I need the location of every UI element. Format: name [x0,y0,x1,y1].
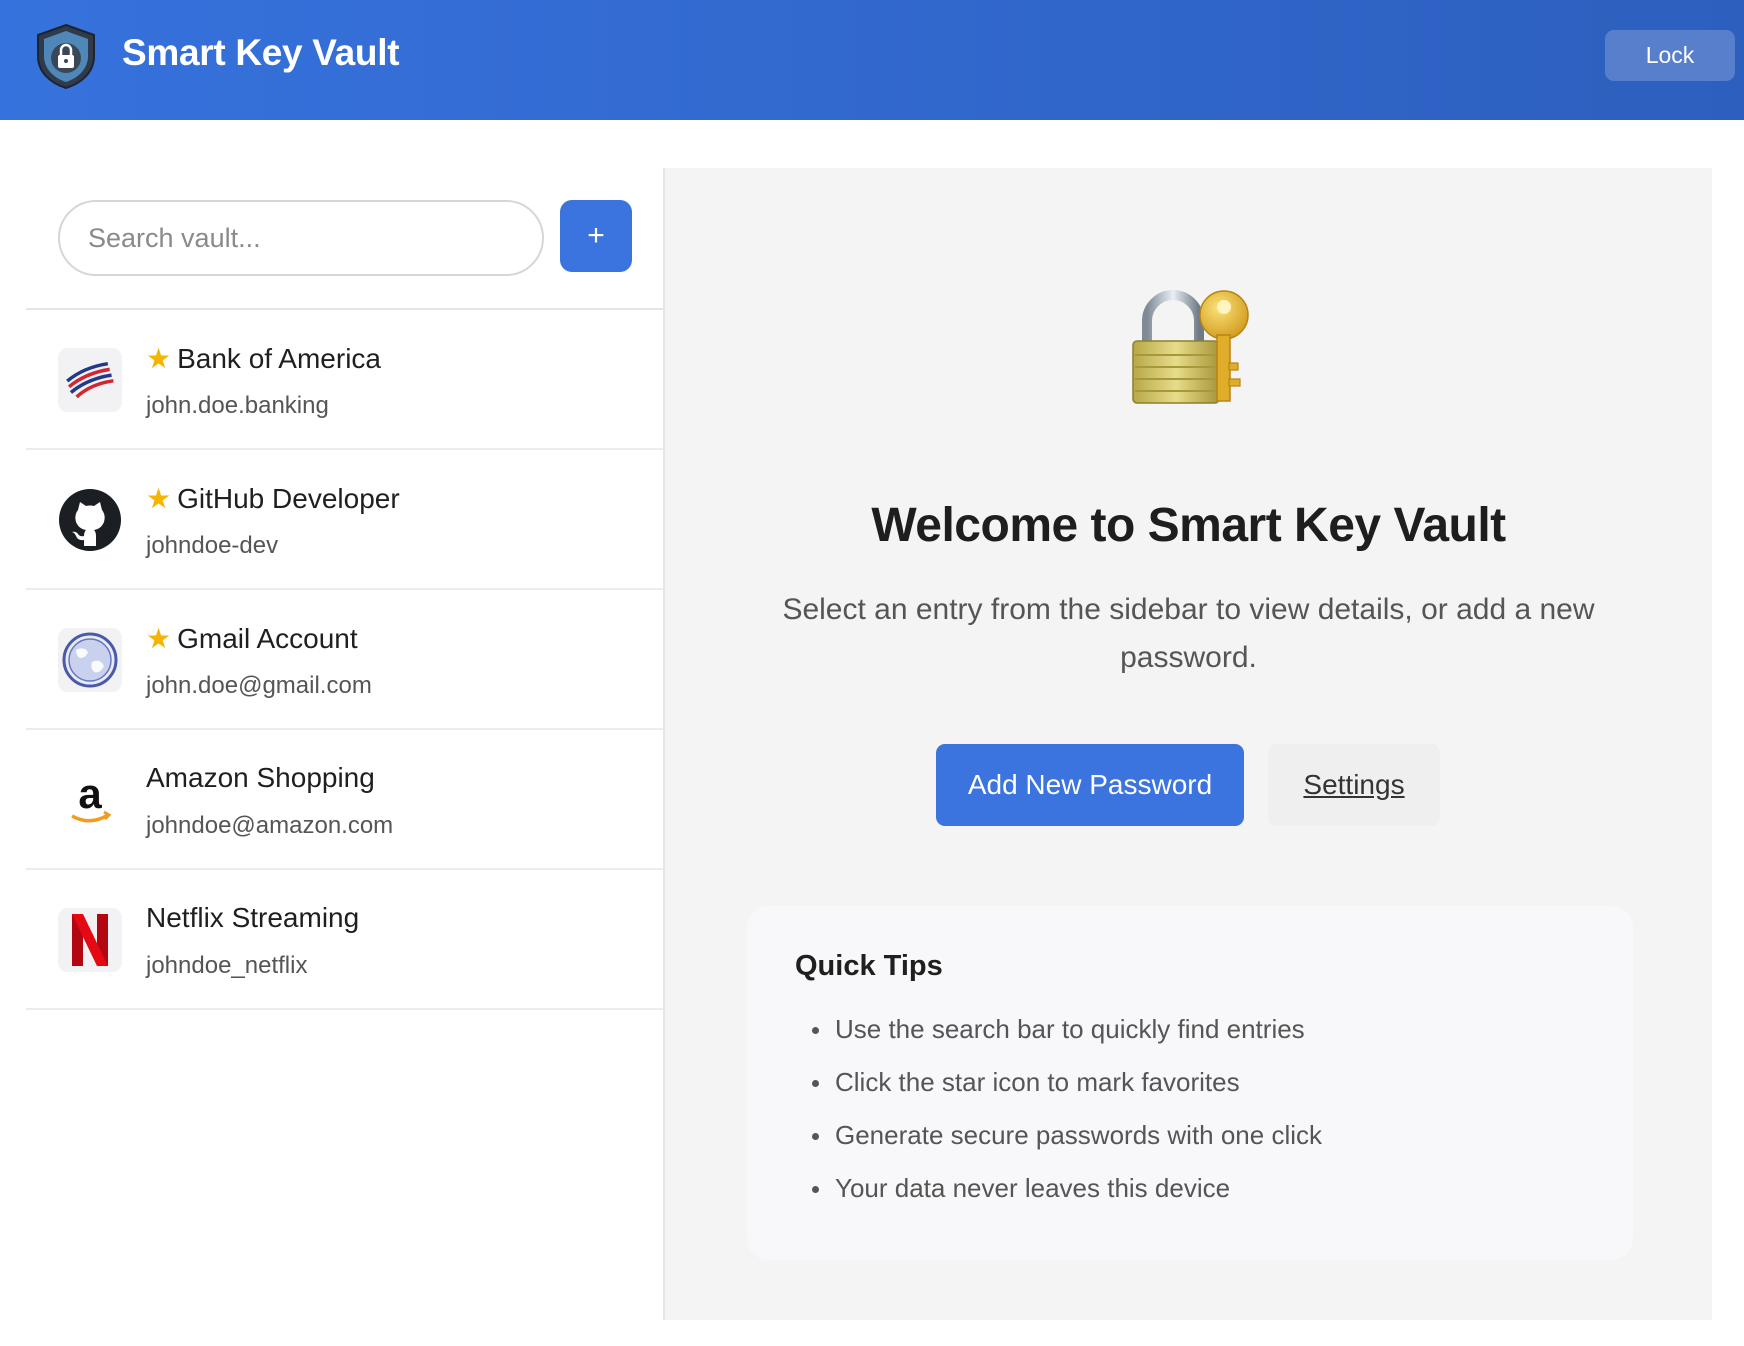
entry-username: johndoe@amazon.com [146,812,394,839]
entry-name: ★ GitHub Developer [146,482,400,515]
tip-item: Generate secure passwords with one click [795,1120,1322,1173]
welcome-panel: Welcome to Smart Key Vault Select an ent… [665,168,1712,1320]
vault-entry-gmail[interactable]: ★ Gmail Account john.doe@gmail.com [26,590,663,730]
vault-entry-netflix[interactable]: Netflix Streaming johndoe_netflix [26,870,663,1010]
quick-tips-title: Quick Tips [795,950,943,982]
app-title: Smart Key Vault [122,32,400,73]
svg-text:a: a [78,770,102,817]
entry-name: Amazon Shopping [146,762,375,794]
vault-entry-bank-of-america[interactable]: ★ Bank of America john.doe.banking [26,310,663,450]
entry-name: ★ Bank of America [146,342,381,375]
entry-username: john.doe.banking [146,392,329,419]
globe-icon [58,628,122,692]
app-header: Smart Key Vault Lock [0,0,1744,120]
entry-name-label: Amazon Shopping [146,762,375,793]
vault-entry-amazon[interactable]: a Amazon Shopping johndoe@amazon.com [26,730,663,870]
entry-username: johndoe-dev [146,532,279,559]
amazon-logo-icon: a [58,768,122,832]
entry-name: ★ Gmail Account [146,622,358,655]
welcome-subtitle: Select an entry from the sidebar to view… [782,593,1595,674]
shield-lock-icon [37,23,95,90]
tip-item: Click the star icon to mark favorites [795,1067,1322,1120]
favorite-star-icon[interactable]: ★ [146,483,171,514]
entry-name-label: GitHub Developer [177,483,400,514]
quick-tips-list: Use the search bar to quickly find entri… [795,1014,1322,1226]
favorite-star-icon[interactable]: ★ [146,623,171,654]
netflix-logo-icon [58,908,122,972]
entry-name-label: Bank of America [177,343,381,374]
entry-name: Netflix Streaming [146,902,359,934]
welcome-title: Welcome to Smart Key Vault [871,499,1506,552]
settings-button[interactable]: Settings [1268,744,1440,826]
favorite-star-icon[interactable]: ★ [146,343,171,374]
entry-username: johndoe_netflix [146,952,308,979]
github-logo-icon [58,488,122,552]
add-new-password-button[interactable]: Add New Password [936,744,1244,826]
search-input[interactable] [58,200,544,276]
lock-button[interactable]: Lock [1605,30,1735,81]
entry-username: john.doe@gmail.com [146,672,372,699]
vault-entry-github[interactable]: ★ GitHub Developer johndoe-dev [26,450,663,590]
sidebar: + ★Bank of America john.doe.banking [26,168,665,1320]
add-entry-button[interactable]: + [560,200,632,272]
tip-item: Your data never leaves this device [795,1173,1322,1226]
bank-of-america-logo-icon [58,348,122,412]
entry-name-label: Gmail Account [177,623,358,654]
search-bar-row: + [26,168,663,310]
quick-tips-card: Quick Tips Use the search bar to quickly… [747,906,1633,1260]
lock-with-key-icon [1132,290,1249,404]
tip-item: Use the search bar to quickly find entri… [795,1014,1322,1067]
entry-name-label: Netflix Streaming [146,902,360,933]
